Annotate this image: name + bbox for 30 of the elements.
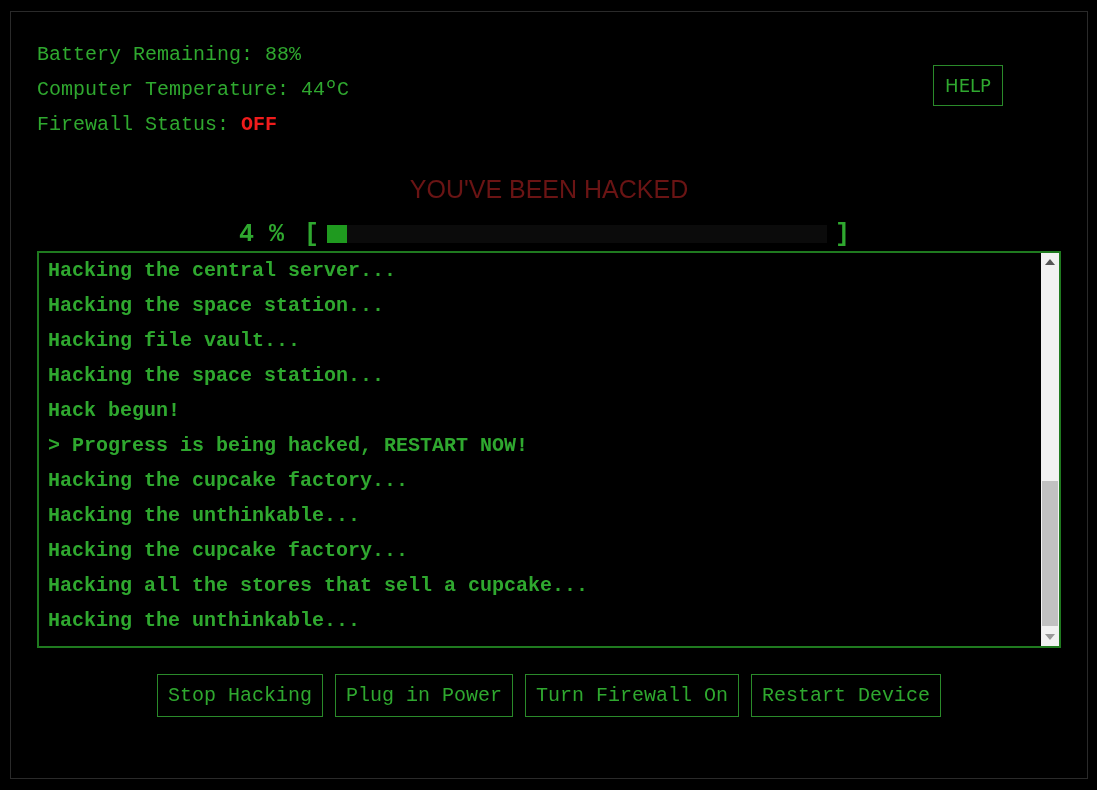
scroll-down-icon[interactable]	[1045, 634, 1055, 640]
stat-label: Computer Temperature:	[37, 77, 290, 103]
progress-reading: 4 %	[239, 219, 284, 249]
progress-bracket: ]	[835, 219, 851, 249]
log-line: Hacking the space station...	[48, 293, 386, 319]
stat-label: Firewall Status:	[37, 112, 230, 138]
action-button[interactable]: Turn Firewall On	[525, 674, 740, 717]
stat-value: 44ºC	[301, 77, 350, 103]
log-line: Hack begun!	[48, 398, 182, 424]
log-line: Hacking the central server...	[48, 258, 398, 284]
log-line: Hacking the cupcake factory...	[48, 538, 410, 564]
scroll-up-icon[interactable]	[1045, 259, 1055, 265]
action-button[interactable]: Stop Hacking	[156, 674, 323, 717]
stat-value: 88%	[265, 42, 302, 68]
action-button[interactable]: Plug in Power	[334, 674, 513, 717]
log-line: Hacking file vault...	[48, 328, 302, 354]
log-line: Hacking the unthinkable...	[48, 608, 362, 634]
scrollbar[interactable]	[1041, 253, 1059, 646]
stat-label: Battery Remaining:	[37, 42, 254, 68]
stat-value: OFF	[241, 112, 278, 138]
progress-bracket: [	[304, 219, 320, 249]
log-line: Hacking the unthinkable...	[48, 503, 362, 529]
log-line: > Progress is being hacked, RESTART NOW!	[48, 433, 530, 459]
log-line: Hacking the space station...	[48, 363, 386, 389]
hacked-title: YOU'VE BEEN HACKED	[409, 175, 689, 203]
help-button[interactable]: HELP	[933, 65, 1003, 106]
log-line: Hacking all the stores that sell a cupcake...	[48, 573, 590, 599]
log-line: Hacking the cupcake factory...	[48, 468, 410, 494]
scrollbar-thumb[interactable]	[1042, 481, 1058, 626]
action-button[interactable]: Restart Device	[751, 674, 942, 717]
